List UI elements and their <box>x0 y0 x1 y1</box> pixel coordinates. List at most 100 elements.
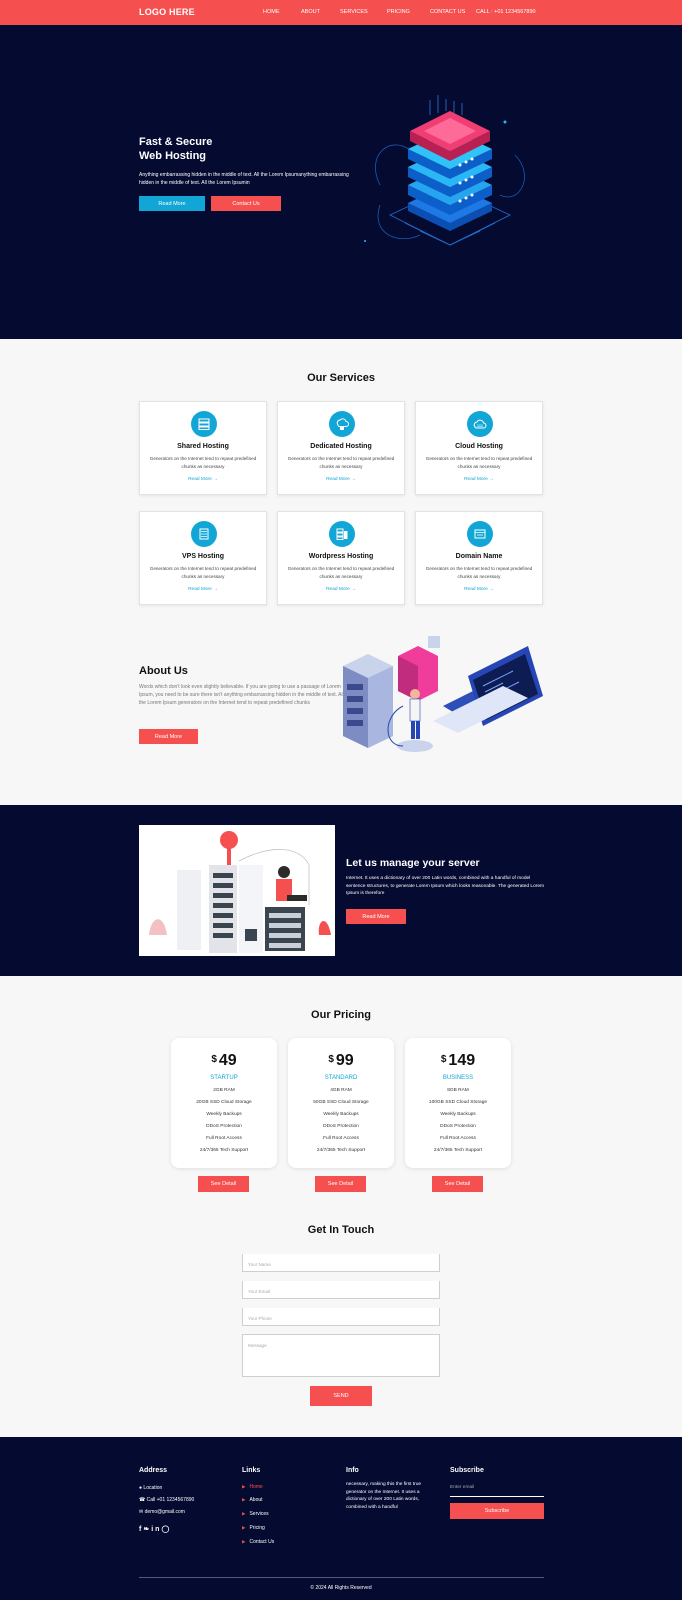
price-value: 149 <box>448 1052 476 1069</box>
plan-feature: 24/7/365 Tech Support <box>433 1148 483 1153</box>
footer-address-title: Address <box>139 1467 168 1474</box>
price-value: 99 <box>335 1052 354 1069</box>
manage-read-more-button[interactable]: Read More <box>346 909 406 924</box>
service-title: Cloud Hosting <box>455 443 503 450</box>
manage-title: Let us manage your server <box>346 857 480 869</box>
plan-feature: 100GB SSD Cloud Storage <box>428 1100 488 1105</box>
footer-link-label: Services <box>249 1511 269 1517</box>
footer-phone: ☎ Call +01 1234567890 <box>139 1497 194 1503</box>
see-detail-button[interactable]: See Detail <box>315 1176 366 1192</box>
service-read-more-link[interactable]: Read More → <box>416 587 542 592</box>
hero-title-line1: Fast & Secure <box>139 136 213 148</box>
about-title: About Us <box>139 665 188 677</box>
service-text: Generators on the Internet tend to repea… <box>149 566 257 579</box>
domain-name-icon <box>467 521 493 547</box>
plan-feature: DDoS Protection <box>206 1124 242 1129</box>
hero-title-line2: Web Hosting <box>139 150 207 162</box>
service-text: Generators on the Internet tend to repea… <box>287 456 395 469</box>
plan-name: BUSINESS <box>442 1075 474 1081</box>
plan-feature: 2GB RAM <box>213 1088 235 1093</box>
service-card: Wordpress Hosting Generators on the Inte… <box>277 511 405 605</box>
currency-symbol: $ <box>440 1054 447 1065</box>
wordpress-hosting-icon <box>329 521 355 547</box>
logo[interactable]: LOGO HERE <box>139 7 195 17</box>
plan-feature: 24/7/365 Tech Support <box>199 1148 249 1153</box>
plan-name: STARTUP <box>210 1075 238 1081</box>
footer-link-label: Contact Us <box>249 1539 275 1545</box>
phone-field[interactable]: Your Phone <box>242 1308 440 1326</box>
service-read-more-link[interactable]: Read More → <box>278 587 404 592</box>
name-field[interactable]: Your Name <box>242 1254 440 1272</box>
plan-feature: DDoS Protection <box>323 1124 359 1129</box>
send-button[interactable]: SEND <box>310 1386 372 1406</box>
service-text: Generators on the Internet tend to repea… <box>287 566 395 579</box>
service-text: Generators on the Internet tend to repea… <box>149 456 257 469</box>
contact-title: Get In Touch <box>307 1224 375 1236</box>
service-title: VPS Hosting <box>181 553 224 560</box>
service-read-more-link[interactable]: Read More → <box>416 477 542 482</box>
footer-link-label: Home <box>249 1484 263 1490</box>
subscribe-email-input[interactable]: Enter email <box>450 1485 544 1497</box>
nav-home[interactable]: HOME <box>263 9 280 15</box>
nav-contact[interactable]: CONTACT US <box>430 9 465 15</box>
service-card: VPS Hosting Generators on the Internet t… <box>139 511 267 605</box>
mail-icon: ✉ <box>139 1509 144 1515</box>
service-read-more-link[interactable]: Read More → <box>140 587 266 592</box>
footer-link-services[interactable]: ▶ Services <box>242 1511 269 1517</box>
email-field[interactable]: Your Email <box>242 1281 440 1299</box>
plan-feature: 24/7/365 Tech Support <box>316 1148 366 1153</box>
nav-about[interactable]: ABOUT <box>301 9 320 15</box>
manage-text: Internet. It uses a dictionary of over 2… <box>346 876 545 896</box>
service-card: Domain Name Generators on the Internet t… <box>415 511 543 605</box>
plan-feature: Full Root Access <box>440 1136 476 1141</box>
footer-location: ● Location <box>139 1485 162 1491</box>
service-card: Cloud Hosting Generators on the Internet… <box>415 401 543 495</box>
about-text: Words which don't look even slightly bel… <box>139 684 344 706</box>
phone-icon: ☎ <box>139 1497 146 1503</box>
nav-pricing[interactable]: PRICING <box>387 9 410 15</box>
manage-illustration <box>139 825 335 956</box>
footer-divider <box>139 1577 544 1578</box>
service-title: Domain Name <box>455 553 503 560</box>
service-text: Generators on the Internet tend to repea… <box>425 456 533 469</box>
footer: Address ● Location ☎ Call +01 1234567890… <box>0 1437 682 1600</box>
linkedin-icon[interactable]: in <box>151 1526 161 1533</box>
service-read-more-link[interactable]: Read More → <box>278 477 404 482</box>
footer-subscribe-title: Subscribe <box>450 1467 484 1474</box>
see-detail-button[interactable]: See Detail <box>432 1176 483 1192</box>
instagram-icon[interactable]: ◯ <box>161 1526 171 1533</box>
server-illustration <box>364 95 525 246</box>
see-detail-button[interactable]: See Detail <box>198 1176 249 1192</box>
arrow-icon: ▶ <box>242 1497 246 1502</box>
message-field[interactable]: Message <box>242 1334 440 1377</box>
nav-services[interactable]: SERVICES <box>340 9 368 15</box>
footer-link-about[interactable]: ▶ About <box>242 1497 263 1503</box>
currency-symbol: $ <box>328 1054 334 1065</box>
footer-link-home[interactable]: ▶ Home <box>242 1484 263 1490</box>
plan-feature: 4GB RAM <box>330 1088 352 1093</box>
arrow-icon: ▶ <box>242 1525 246 1530</box>
footer-link-pricing[interactable]: ▶ Pricing <box>242 1525 265 1531</box>
subscribe-button[interactable]: Subscribe <box>450 1503 544 1519</box>
footer-links-title: Links <box>242 1467 261 1474</box>
hero-section: Fast & Secure Web Hosting Anything embar… <box>0 25 682 339</box>
footer-link-contact[interactable]: ▶ Contact Us <box>242 1539 274 1545</box>
pricing-card-standard: $99 STANDARD 4GB RAM 50GB SSD Cloud Stor… <box>288 1038 394 1168</box>
about-read-more-button[interactable]: Read More <box>139 729 198 744</box>
hero-read-more-button[interactable]: Read More <box>139 196 205 211</box>
arrow-icon: ▶ <box>242 1539 246 1544</box>
top-navbar: LOGO HERE HOME ABOUT SERVICES PRICING CO… <box>0 0 682 25</box>
currency-symbol: $ <box>211 1054 217 1065</box>
service-card: Dedicated Hosting Generators on the Inte… <box>277 401 405 495</box>
manage-server-section: Let us manage your server Internet. It u… <box>0 805 682 976</box>
price-value: 49 <box>218 1052 237 1069</box>
footer-info-text: necessary, making this the first true ge… <box>346 1482 422 1510</box>
hero-contact-button[interactable]: Contact Us <box>211 196 281 211</box>
plan-feature: Weekly Backups <box>206 1112 242 1117</box>
nav-phone: CALL : +01 1234567890 <box>476 9 536 15</box>
service-read-more-link[interactable]: Read More → <box>140 477 266 482</box>
pricing-card-business: $149 BUSINESS 8GB RAM 100GB SSD Cloud St… <box>405 1038 511 1168</box>
arrow-icon: ▶ <box>242 1511 246 1516</box>
vps-hosting-icon <box>191 521 217 547</box>
plan-feature: Full Root Access <box>206 1136 242 1141</box>
